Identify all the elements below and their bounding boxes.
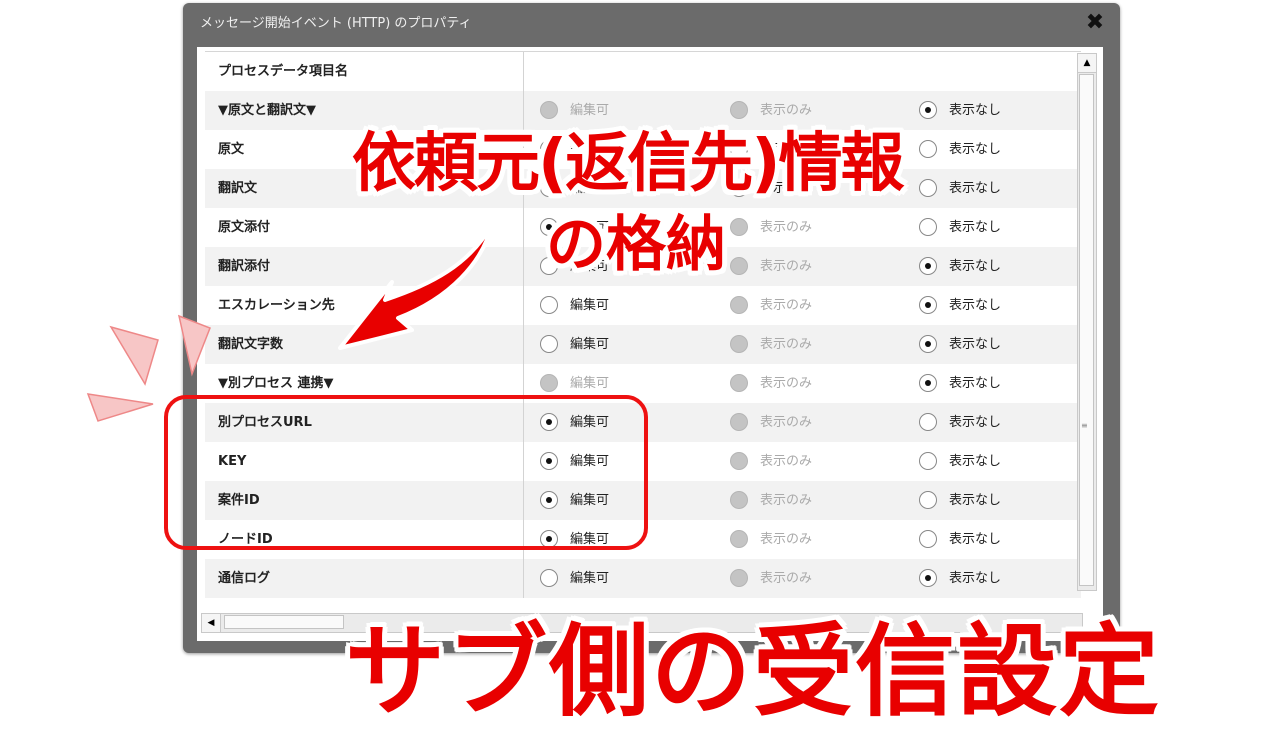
sparkle-triangle — [86, 393, 154, 422]
callout-line-1: 依頼元(返信先)情報 — [352, 127, 904, 201]
sparkle-triangle — [109, 325, 159, 386]
arrow-icon — [338, 222, 494, 350]
sparkle-triangle — [177, 314, 211, 377]
bottom-title: サブ側の受信設定 — [345, 613, 1161, 730]
callout-line-2: の格納 — [546, 210, 726, 280]
